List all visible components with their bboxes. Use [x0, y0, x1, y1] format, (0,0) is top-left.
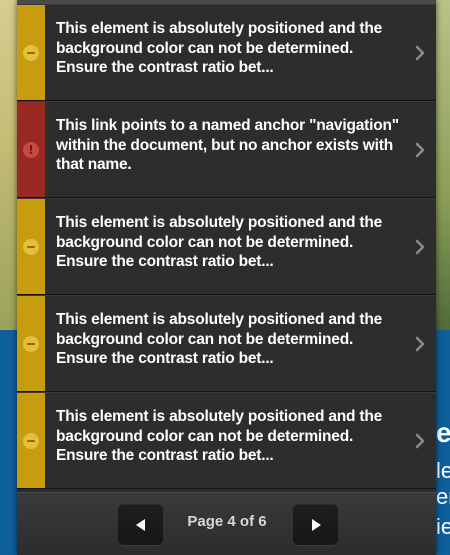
- chevron-right-icon: [415, 239, 425, 254]
- error-exclamation-icon: !: [23, 141, 39, 158]
- warning-dash-icon: [23, 44, 39, 61]
- background-right-edge: [436, 0, 450, 330]
- screen: e le er ie This element is absolutely po…: [0, 0, 450, 555]
- issue-item[interactable]: This element is absolutely positioned an…: [17, 392, 436, 489]
- warning-dash-icon: [23, 335, 39, 352]
- issue-list: This element is absolutely positioned an…: [17, 4, 436, 489]
- severity-bar-warning: [17, 393, 45, 488]
- issue-message: This link points to a named anchor "navi…: [56, 117, 399, 173]
- issue-message: This element is absolutely positioned an…: [56, 408, 383, 464]
- chevron-right-icon: [415, 433, 425, 448]
- issue-item[interactable]: This element is absolutely positioned an…: [17, 4, 436, 101]
- page-indicator: Page 4 of 6: [187, 513, 267, 530]
- severity-bar-warning: [17, 199, 45, 294]
- severity-bar-warning: [17, 5, 45, 100]
- severity-bar-error: !: [17, 102, 45, 197]
- issue-message: This element is absolutely positioned an…: [56, 311, 383, 367]
- background-left-edge: [0, 0, 17, 330]
- background-text-fragment: e: [436, 418, 450, 448]
- chevron-right-icon: [415, 336, 425, 351]
- issue-message: This element is absolutely positioned an…: [56, 20, 383, 76]
- chevron-right-icon: [415, 142, 425, 157]
- issue-item[interactable]: This element is absolutely positioned an…: [17, 295, 436, 392]
- background-text-fragment: ie: [436, 516, 450, 538]
- chevron-right-icon: [415, 45, 425, 60]
- background-text-fragment: le: [436, 460, 450, 482]
- warning-dash-icon: [23, 432, 39, 449]
- background-text-fragment: er: [436, 486, 450, 508]
- warning-dash-icon: [23, 238, 39, 255]
- issues-panel: This element is absolutely positioned an…: [17, 0, 436, 555]
- next-page-button[interactable]: [293, 504, 338, 545]
- severity-bar-warning: [17, 296, 45, 391]
- pagination-bar: Page 4 of 6: [17, 492, 436, 555]
- panel-top-edge: [17, 0, 436, 4]
- issue-message: This element is absolutely positioned an…: [56, 214, 383, 270]
- triangle-right-icon: [311, 518, 321, 531]
- triangle-left-icon: [135, 518, 145, 531]
- issue-item[interactable]: This element is absolutely positioned an…: [17, 198, 436, 295]
- previous-page-button[interactable]: [118, 504, 163, 545]
- issue-item[interactable]: ! This link points to a named anchor "na…: [17, 101, 436, 198]
